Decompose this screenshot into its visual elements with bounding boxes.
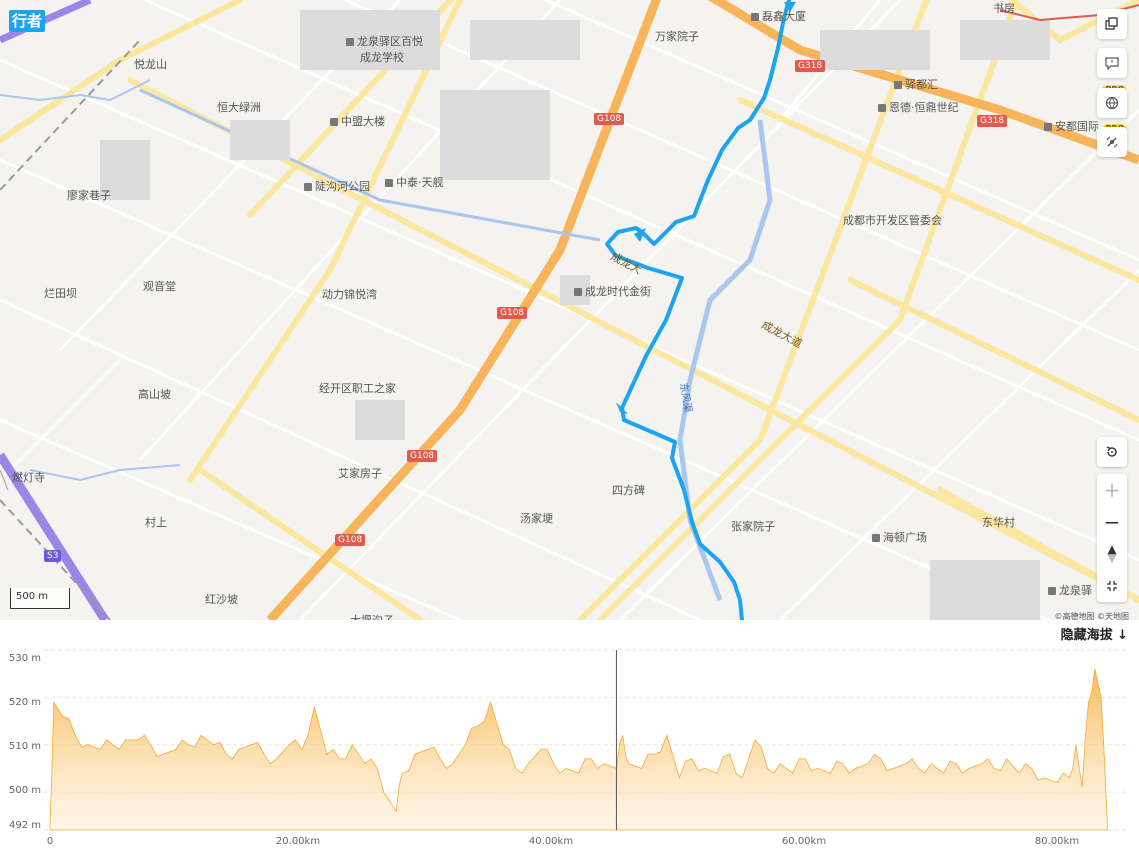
- place-label: 驿都汇: [894, 76, 938, 92]
- place-label: 海顿广场: [872, 529, 927, 545]
- place-label: 恩德·恒鼎世纪: [878, 99, 959, 115]
- place-label: 成龙学校: [360, 51, 404, 64]
- app-logo: 行者: [9, 10, 46, 32]
- road-shield: S3: [44, 550, 62, 562]
- zoom-in-button[interactable]: +: [1097, 474, 1127, 506]
- place-label: 中泰·天舰: [385, 174, 444, 190]
- place-label: 四方碑: [612, 484, 645, 497]
- route-map[interactable]: 行者 悦龙山 恒大绿洲 龙泉驿区百悦 成龙学校 中盟大楼 陡沟河公园 中泰·天舰…: [0, 0, 1139, 620]
- place-label: 安都国际: [1044, 118, 1099, 134]
- place-label: 张家院子: [731, 520, 775, 533]
- fullscreen-icon[interactable]: [1097, 570, 1127, 602]
- place-label: 恒大绿洲: [217, 101, 261, 114]
- place-label: 书房: [993, 2, 1015, 15]
- elevation-chart[interactable]: [0, 620, 1139, 867]
- map-scale-bar: 500 m: [10, 588, 70, 609]
- place-label: 燃灯寺: [12, 471, 45, 484]
- road-shield: G108: [407, 450, 438, 462]
- compass-south-icon: ▼: [1107, 551, 1117, 565]
- map-copyright: ©高德地图 ©天地图: [1054, 612, 1129, 620]
- road-shield: G108: [335, 534, 366, 546]
- place-label: 观音堂: [143, 280, 176, 293]
- road-shield: G108: [497, 307, 528, 319]
- road-shield: G318: [977, 115, 1008, 127]
- place-label: 大堰沟子: [350, 612, 394, 620]
- reset-view-icon[interactable]: [1097, 437, 1127, 467]
- place-label: 汤家埂: [520, 512, 553, 525]
- place-label: 高山坡: [138, 388, 171, 401]
- compass-button[interactable]: ▲ ▼: [1097, 538, 1127, 570]
- place-label: 经开区职工之家: [319, 382, 396, 395]
- place-label: 龙泉驿: [1048, 582, 1092, 598]
- layers-icon[interactable]: [1097, 9, 1127, 39]
- place-label: 悦龙山: [134, 58, 167, 71]
- elevation-area: [49, 668, 1108, 831]
- app-root: 行者 悦龙山 恒大绿洲 龙泉驿区百悦 成龙学校 中盟大楼 陡沟河公园 中泰·天舰…: [0, 0, 1139, 867]
- place-label: 村上: [145, 516, 167, 529]
- place-label: 红沙坡: [205, 593, 238, 606]
- zoom-controls: + − ▲ ▼: [1097, 474, 1127, 602]
- zoom-out-button[interactable]: −: [1097, 506, 1127, 538]
- place-label: 廖家巷子: [67, 189, 111, 202]
- map-base-layer: [0, 0, 1139, 620]
- road-shield: G108: [594, 113, 625, 125]
- place-label: 艾家房子: [338, 467, 382, 480]
- feedback-icon[interactable]: [1097, 48, 1127, 78]
- road-shield: G318: [795, 60, 826, 72]
- place-label: 东华村: [982, 516, 1015, 529]
- place-label: 龙泉驿区百悦: [346, 33, 423, 49]
- place-label: 万家院子: [655, 30, 699, 43]
- place-label: 磊鑫大厦: [751, 8, 806, 24]
- elevation-panel: 隐藏海拔 ↓ 530 m 520 m 510 m 500 m 492 m 0 2…: [0, 620, 1139, 867]
- place-label: 成龙时代金街: [574, 283, 651, 299]
- satellite-icon[interactable]: [1097, 127, 1127, 157]
- place-label: 陡沟河公园: [304, 178, 370, 194]
- place-label: 烂田坝: [44, 287, 77, 300]
- place-label: 动力锦悦湾: [322, 288, 377, 301]
- globe-icon[interactable]: [1097, 88, 1127, 118]
- place-label: 成都市开发区管委会: [843, 214, 942, 227]
- place-label: 中盟大楼: [330, 113, 385, 129]
